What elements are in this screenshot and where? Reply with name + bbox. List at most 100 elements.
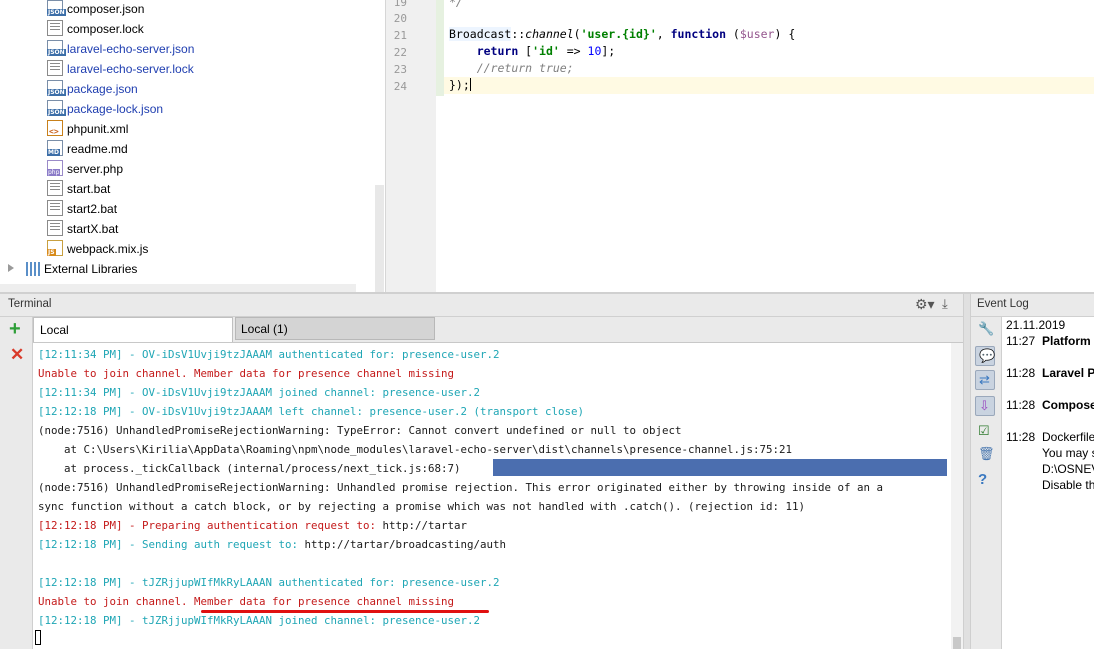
code-token: 10 (587, 44, 602, 58)
new-session-plus-icon[interactable]: + (9, 318, 21, 340)
tree-item-file[interactable]: server.php (47, 159, 123, 179)
terminal-line-url[interactable]: http://tartar (383, 519, 468, 532)
code-token: return (476, 44, 519, 58)
code-token: function (670, 27, 726, 41)
tree-item-file[interactable]: startX.bat (47, 219, 118, 239)
balloon-icon[interactable]: 💬 (975, 346, 995, 366)
text-file-icon (47, 180, 63, 196)
tree-item-file[interactable]: start2.bat (47, 199, 117, 219)
soft-wrap-icon[interactable]: ⇄ (975, 370, 995, 390)
event-time: 11:28 (1006, 430, 1036, 444)
event-message[interactable]: Compose (1042, 398, 1094, 412)
tree-item-file[interactable]: start.bat (47, 179, 110, 199)
event-time: 11:27 (1006, 334, 1036, 348)
tree-horizontal-scrollbar[interactable] (0, 284, 356, 292)
code-token: 'user.{id}' (580, 27, 657, 41)
tree-item-label: composer.json (67, 2, 145, 16)
tree-item-label: startX.bat (67, 222, 119, 236)
code-token: ]; (601, 44, 616, 58)
code-token: , (656, 27, 671, 41)
tree-item-label: package.json (67, 82, 138, 96)
tree-item-file[interactable]: composer.json (47, 0, 144, 19)
json-file-icon (47, 100, 66, 116)
trash-icon[interactable]: 🗑 (975, 445, 995, 465)
expand-arrow-icon[interactable] (8, 264, 14, 272)
xml-file-icon (47, 120, 63, 142)
terminal-line: [12:12:18 PM] - OV-iDsV1Uvji9tzJAAAM lef… (38, 405, 585, 418)
code-token: //return true; (476, 61, 574, 75)
event-log-title: Event Log (977, 298, 1029, 310)
event-message[interactable]: Platform (1042, 334, 1091, 348)
tab-local-1[interactable]: Local (1) (235, 317, 435, 340)
code-token: ) { (774, 27, 796, 41)
tree-item-label: phpunit.xml (67, 122, 129, 136)
text-file-icon (47, 220, 63, 236)
event-detail-line[interactable]: Disable th (1042, 478, 1094, 492)
terminal-line-prefix: [12:12:18 PM] - Preparing authentication… (38, 519, 383, 532)
terminal-line: [12:11:34 PM] - OV-iDsV1Uvji9tzJAAAM joi… (38, 386, 481, 399)
code-line-21: Broadcast::channel('user.{id}', function… (449, 26, 795, 43)
hide-panel-icon[interactable]: ⤓ (942, 296, 948, 312)
terminal-line: [12:12:18 PM] - tJZRjjupWIfMkRyLAAAN aut… (38, 576, 500, 589)
code-token: $user (739, 27, 775, 41)
line-number: 22 (393, 46, 407, 59)
terminal-header (0, 294, 963, 317)
code-token: [ (518, 44, 533, 58)
code-token: ( (726, 27, 740, 41)
text-selection (493, 459, 947, 476)
code-line-23: //return true; (449, 60, 574, 77)
code-token: 'id' (532, 44, 560, 58)
tree-item-label: laravel-echo-server.json (67, 42, 195, 56)
code-token: ( (573, 27, 581, 41)
text-file-icon (47, 60, 63, 76)
code-line-24: }); (449, 77, 471, 94)
tree-scrollbar[interactable] (375, 185, 384, 292)
panel-splitter-vertical[interactable] (963, 294, 971, 649)
terminal-cursor (35, 630, 41, 645)
terminal-scrollbar[interactable] (951, 343, 963, 649)
line-number: 20 (393, 12, 407, 25)
line-number: 24 (393, 80, 407, 93)
json-file-icon (47, 80, 66, 96)
code-token: => (559, 44, 588, 58)
markdown-file-icon (47, 140, 63, 156)
mark-all-read-icon[interactable]: ☑ (975, 422, 995, 442)
tree-item-file[interactable]: readme.md (47, 139, 128, 159)
terminal-line: at process._tickCallback (internal/proce… (38, 462, 461, 475)
tree-item-file[interactable]: composer.lock (47, 19, 144, 39)
tree-item-file[interactable]: phpunit.xml (47, 119, 129, 142)
close-session-icon[interactable]: ✕ (10, 345, 24, 365)
settings-wrench-icon[interactable]: 🔧 (975, 320, 995, 340)
tree-item-label: server.php (67, 162, 124, 176)
tree-item-label: start.bat (67, 182, 111, 196)
tree-item-file[interactable]: laravel-echo-server.json (47, 39, 194, 59)
tree-item-file[interactable]: laravel-echo-server.lock (47, 59, 194, 79)
tree-item-file[interactable]: package-lock.json (47, 99, 163, 119)
terminal-line-url[interactable]: http://tartar/broadcasting/auth (305, 538, 507, 551)
event-message[interactable]: Dockerfile (1042, 430, 1094, 444)
line-number: 21 (393, 29, 407, 42)
scroll-to-end-icon[interactable]: ⇩ (975, 396, 995, 416)
text-caret (469, 78, 471, 91)
terminal-line: (node:7516) UnhandledPromiseRejectionWar… (38, 481, 884, 494)
tab-local[interactable]: Local (33, 317, 233, 342)
event-date: 21.11.2019 (1006, 318, 1066, 332)
php-file-icon (47, 160, 63, 176)
tree-item-label: package-lock.json (67, 102, 164, 116)
tree-item-external-libraries[interactable]: External Libraries (26, 259, 137, 279)
line-number: 23 (393, 63, 407, 76)
terminal-line-prefix: [12:12:18 PM] - Sending auth request to: (38, 538, 305, 551)
tree-item-label: External Libraries (44, 262, 138, 276)
gear-icon[interactable]: ⚙▾ (915, 296, 935, 313)
terminal-line: at C:\Users\Kirilia\AppData\Roaming\npm\… (38, 443, 793, 456)
terminal-line: (node:7516) UnhandledPromiseRejectionWar… (38, 424, 682, 437)
help-icon[interactable]: ? (975, 470, 995, 490)
tree-item-file[interactable]: package.json (47, 79, 138, 99)
terminal-scrollbar-thumb[interactable] (953, 637, 961, 649)
event-message[interactable]: Laravel Pl (1042, 366, 1094, 380)
code-line-22: return ['id' => 10]; (449, 43, 616, 60)
tree-item-label: readme.md (67, 142, 128, 156)
tree-item-file[interactable]: webpack.mix.js (47, 239, 148, 259)
